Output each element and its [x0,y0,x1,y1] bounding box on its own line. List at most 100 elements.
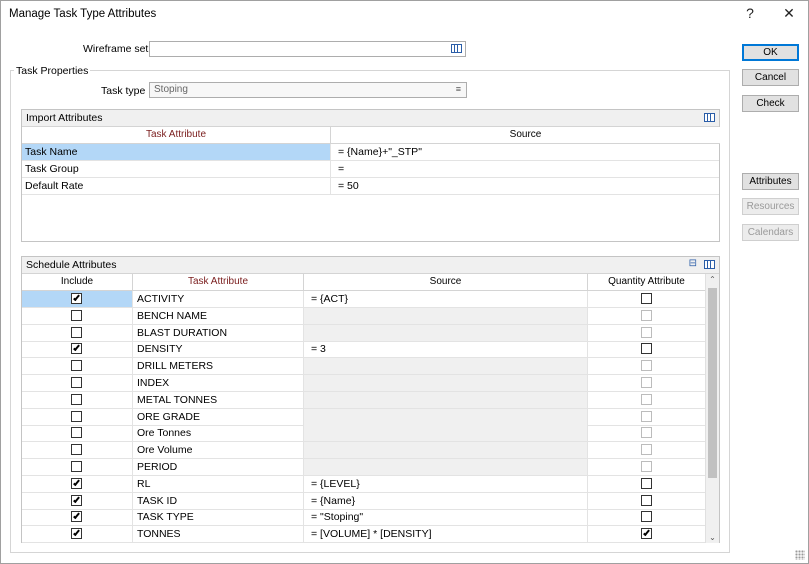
quantity-attribute-checkbox[interactable] [641,528,652,540]
scroll-up-icon[interactable]: ⌃ [706,275,719,284]
table-row[interactable]: BENCH NAME [22,307,706,325]
quantity-attribute-cell[interactable] [588,307,706,324]
source-cell[interactable] [304,425,588,442]
cancel-button[interactable]: Cancel [742,69,799,86]
include-checkbox[interactable] [71,511,82,523]
close-button[interactable]: ✕ [777,5,801,22]
task-attribute-cell[interactable]: Default Rate [22,178,331,194]
quantity-attribute-checkbox[interactable] [641,309,652,321]
task-attribute-cell[interactable]: Ore Tonnes [133,425,304,442]
quantity-attribute-checkbox[interactable] [641,494,652,506]
quantity-attribute-cell[interactable] [588,425,706,442]
quantity-attribute-cell[interactable] [588,475,706,492]
table-row[interactable]: DRILL METERS [22,358,706,376]
include-checkbox[interactable] [71,309,82,321]
source-cell[interactable] [304,408,588,425]
include-checkbox[interactable] [71,427,82,439]
include-cell[interactable] [22,324,133,341]
table-row[interactable]: DENSITY = 3 [22,341,706,359]
grid-options-icon[interactable] [704,113,715,122]
table-row[interactable]: PERIOD [22,459,706,476]
task-attribute-cell[interactable]: RL [133,475,304,492]
table-row[interactable]: ORE GRADE [22,408,706,426]
quantity-attribute-checkbox[interactable] [641,477,652,489]
include-checkbox[interactable] [71,461,82,472]
source-cell[interactable]: = [VOLUME] * [DENSITY] [304,526,588,543]
include-checkbox[interactable] [71,494,82,506]
include-cell[interactable] [22,408,133,425]
source-cell[interactable] [304,391,588,408]
table-row[interactable]: TONNES = [VOLUME] * [DENSITY] [22,526,706,544]
task-attribute-cell[interactable]: INDEX [133,375,304,391]
include-checkbox[interactable] [71,410,82,422]
source-cell[interactable] [304,307,588,324]
quantity-attribute-cell[interactable] [588,459,706,475]
quantity-attribute-cell[interactable] [588,442,706,459]
quantity-attribute-checkbox[interactable] [641,360,652,372]
source-cell[interactable]: = {Name} [304,492,588,509]
table-row[interactable]: ACTIVITY = {ACT} [22,291,706,308]
column-header-quantity-attribute[interactable]: Quantity Attribute [588,274,706,291]
include-cell[interactable] [22,291,133,307]
quantity-attribute-checkbox[interactable] [641,461,652,472]
task-attribute-cell[interactable]: ORE GRADE [133,408,304,425]
task-attribute-cell[interactable]: ACTIVITY [133,291,304,307]
scroll-down-icon[interactable]: ⌄ [706,533,719,542]
task-attribute-cell[interactable]: PERIOD [133,459,304,475]
include-checkbox[interactable] [71,444,82,456]
source-cell[interactable]: = "Stoping" [304,509,588,526]
task-attribute-cell[interactable]: DENSITY [133,341,304,358]
include-cell[interactable] [22,526,133,543]
include-checkbox[interactable] [71,377,82,388]
list-icon[interactable]: ≡ [456,84,461,94]
quantity-attribute-cell[interactable] [588,324,706,341]
task-attribute-cell[interactable]: TASK ID [133,492,304,509]
quantity-attribute-cell[interactable] [588,509,706,526]
quantity-attribute-checkbox[interactable] [641,326,652,338]
filter-icon[interactable]: ⊟ [689,258,697,269]
quantity-attribute-checkbox[interactable] [641,293,652,304]
quantity-attribute-cell[interactable] [588,526,706,543]
include-cell[interactable] [22,442,133,459]
source-cell[interactable]: = {Name}+"_STP" [331,144,719,160]
check-button[interactable]: Check [742,95,799,112]
task-attribute-cell[interactable]: METAL TONNES [133,391,304,408]
table-row[interactable]: Task Name = {Name}+"_STP" [22,144,719,161]
table-row[interactable]: Ore Tonnes [22,425,706,443]
table-row[interactable]: Ore Volume [22,442,706,460]
calendars-button[interactable]: Calendars [742,224,799,241]
quantity-attribute-checkbox[interactable] [641,427,652,439]
source-cell[interactable]: = [331,161,719,177]
include-checkbox[interactable] [71,326,82,338]
include-checkbox[interactable] [71,477,82,489]
source-cell[interactable] [304,442,588,459]
table-row[interactable]: INDEX [22,375,706,392]
scrollbar-thumb[interactable] [708,288,717,478]
table-row[interactable]: RL = {LEVEL} [22,475,706,493]
task-attribute-cell[interactable]: Task Group [22,161,331,177]
include-cell[interactable] [22,425,133,442]
help-button[interactable]: ? [738,5,762,21]
include-cell[interactable] [22,475,133,492]
task-attribute-cell[interactable]: BLAST DURATION [133,324,304,341]
include-cell[interactable] [22,509,133,526]
include-cell[interactable] [22,459,133,475]
task-attribute-cell[interactable]: BENCH NAME [133,307,304,324]
table-row[interactable]: METAL TONNES [22,391,706,409]
task-attribute-cell[interactable]: DRILL METERS [133,358,304,375]
include-checkbox[interactable] [71,393,82,405]
table-row[interactable]: BLAST DURATION [22,324,706,342]
include-checkbox[interactable] [71,360,82,372]
quantity-attribute-checkbox[interactable] [641,377,652,388]
include-cell[interactable] [22,307,133,324]
source-cell[interactable] [304,459,588,475]
resources-button[interactable]: Resources [742,198,799,215]
column-header-source[interactable]: Source [304,274,588,291]
column-header-task-attribute[interactable]: Task Attribute [133,274,304,291]
table-row[interactable]: TASK ID = {Name} [22,492,706,510]
source-cell[interactable]: = {LEVEL} [304,475,588,492]
quantity-attribute-checkbox[interactable] [641,444,652,456]
include-cell[interactable] [22,358,133,375]
grid-options-icon[interactable] [704,260,715,269]
resize-grip-icon[interactable] [795,550,805,560]
